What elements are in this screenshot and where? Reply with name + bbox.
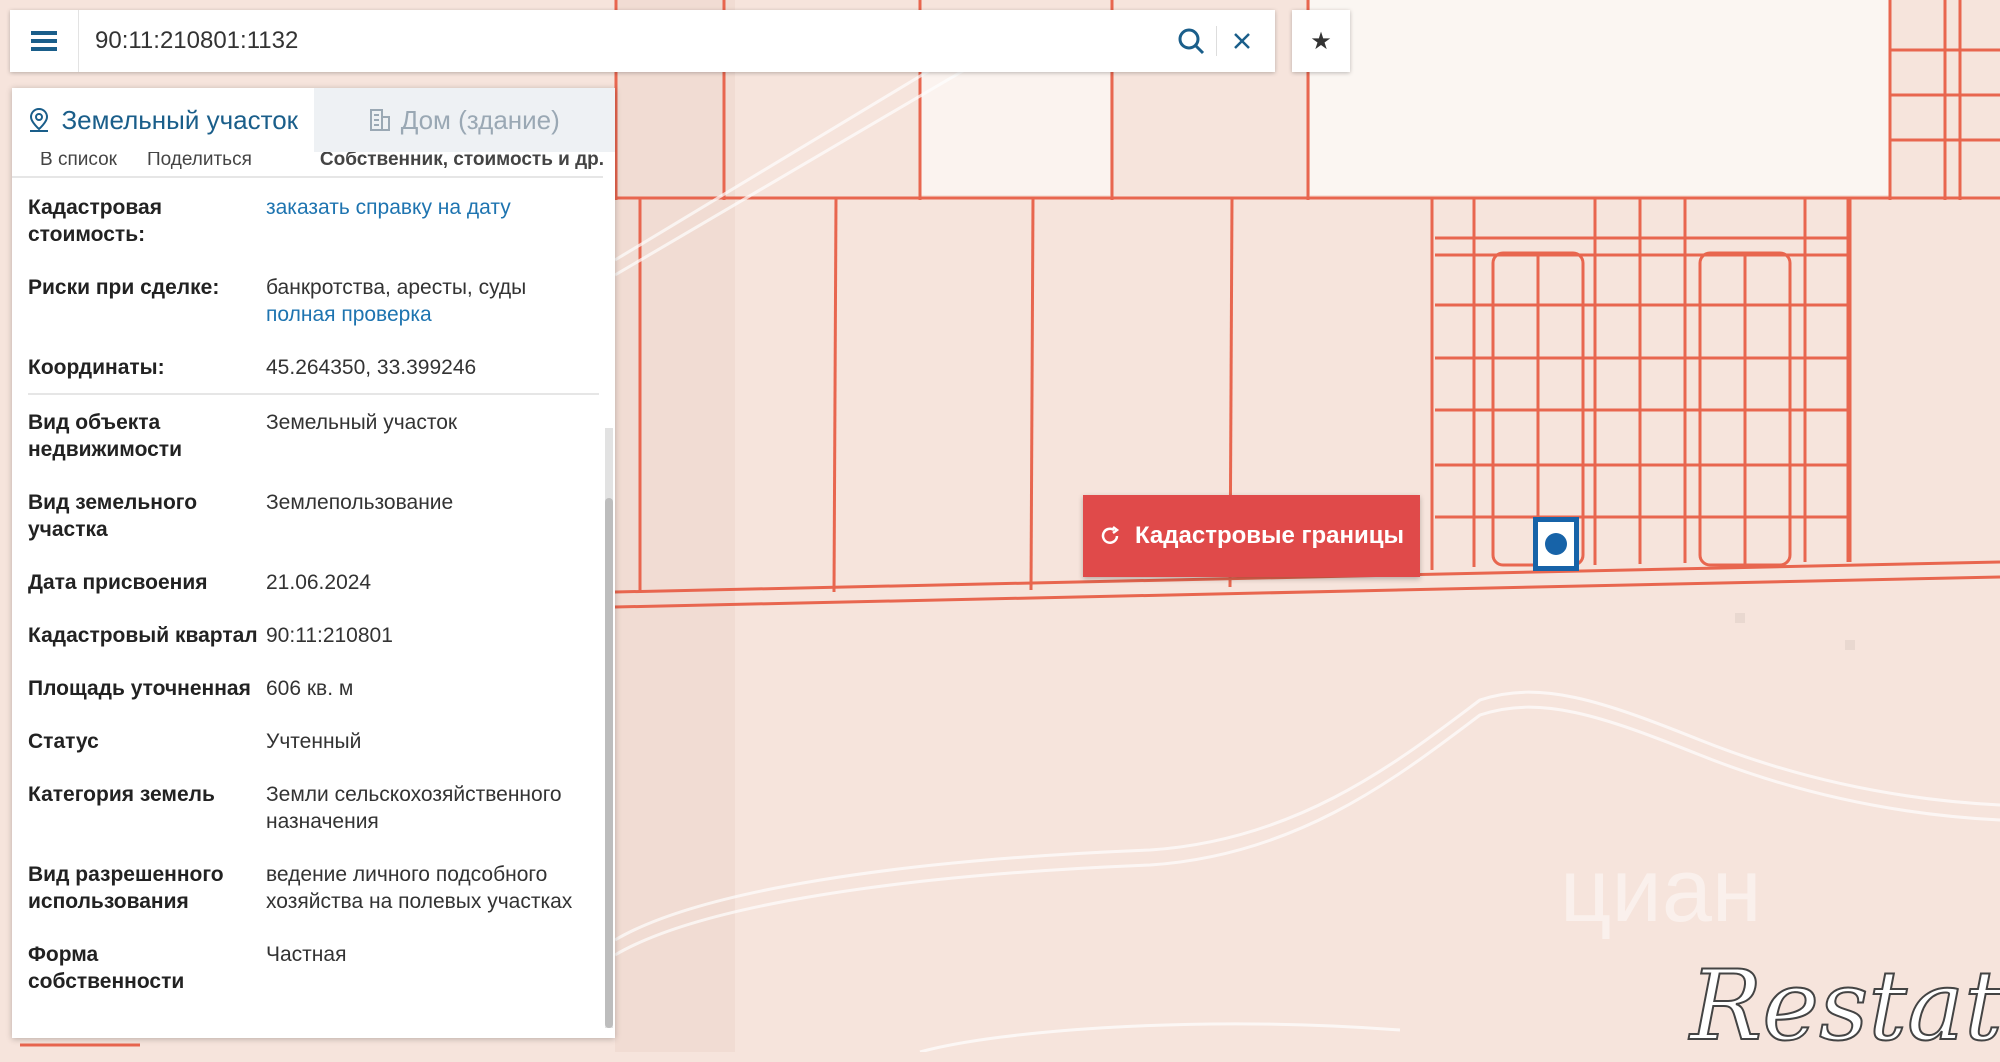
permitted-use-label: Вид разрешенного использования [28,863,224,913]
risks-label: Риски при сделке: [28,276,220,299]
row-coordinates: Координаты: 45.264350, 33.399246 [28,340,599,395]
panel-tabs: Земельный участок Дом (здание) [12,88,615,152]
land-type-label: Вид земельного участка [28,491,198,541]
coordinates-label: Координаты: [28,356,165,379]
row-land-type: Вид земельного участка Землепользование [28,475,599,555]
parcel-marker[interactable] [1533,517,1579,571]
owner-info-button[interactable]: Собственник, стоимость и др. [320,152,603,169]
info-panel: Земельный участок Дом (здание) В список … [12,88,615,1038]
marker-dot [1545,533,1567,555]
close-icon [1234,33,1250,49]
area-value: 606 кв. м [266,677,354,700]
row-area: Площадь уточненная 606 кв. м [28,661,599,714]
coordinates-value: 45.264350, 33.399246 [266,356,477,379]
category-label: Категория земель [28,783,215,806]
row-risks: Риски при сделке: банкротства, аресты, с… [28,260,599,340]
status-label: Статус [28,730,99,753]
cadastral-cost-label: Кадастровая стоимость: [28,196,162,246]
search-button[interactable] [1166,10,1216,72]
date-label: Дата присвоения [28,571,208,594]
risks-value: банкротства, аресты, суды [266,276,527,299]
ownership-value: Частная [266,943,347,966]
object-type-value: Земельный участок [266,411,458,434]
category-value: Земли сельскохозяйственного назначения [266,783,562,833]
menu-button[interactable] [10,10,79,72]
cadastral-boundaries-label: Кадастровые границы [1134,522,1405,549]
tab-land-plot-label: Земельный участок [61,104,299,135]
property-details: Кадастровая стоимость: заказать справку … [12,178,615,1007]
tab-building-label: Дом (здание) [400,104,560,135]
object-type-label: Вид объекта недвижимости [28,411,182,461]
location-pin-icon [30,107,49,132]
favorites-button[interactable]: ★ [1292,10,1350,72]
search-icon [1178,28,1205,55]
hamburger-icon [31,31,57,51]
row-permitted-use: Вид разрешенного использования ведение л… [28,847,599,927]
row-status: Статус Учтенный [28,714,599,767]
star-icon: ★ [1310,27,1332,55]
land-type-value: Землепользование [266,491,454,514]
permitted-use-value: ведение личного подсобного хозяйства на … [266,863,573,913]
area-label: Площадь уточненная [28,677,251,700]
date-value: 21.06.2024 [266,571,372,594]
tab-land-plot[interactable]: Земельный участок [12,88,314,152]
quarter-label: Кадастровый квартал [28,624,258,647]
search-bar [10,10,1275,72]
share-button[interactable]: Поделиться [147,152,252,169]
tab-building[interactable]: Дом (здание) [313,88,615,152]
add-to-list-button[interactable]: В список [40,152,117,169]
row-object-type: Вид объекта недвижимости Земельный участ… [28,395,599,475]
quarter-value: 90:11:210801 [266,624,393,647]
panel-scrollbar-thumb[interactable] [605,498,613,1028]
order-certificate-link[interactable]: заказать справку на дату [266,194,599,221]
row-quarter: Кадастровый квартал 90:11:210801 [28,608,599,661]
status-value: Учтенный [266,730,362,753]
cadastral-boundaries-button[interactable]: Кадастровые границы [1083,495,1420,577]
search-input[interactable] [79,11,1166,71]
full-check-link[interactable]: полная проверка [266,301,599,328]
building-icon [369,109,390,131]
row-date: Дата присвоения 21.06.2024 [28,555,599,608]
row-category: Категория земель Земли сельскохозяйствен… [28,767,599,847]
restate-watermark: Restate [1689,949,2000,1062]
refresh-icon [1101,526,1120,544]
ownership-label: Форма собственности [28,943,185,993]
panel-actions: В список Поделиться Собственник, стоимос… [12,152,603,178]
row-cadastral-cost: Кадастровая стоимость: заказать справку … [28,178,599,260]
clear-button[interactable] [1217,10,1267,72]
cian-watermark: циан [1560,841,1762,941]
row-ownership: Форма собственности Частная [28,927,599,1007]
